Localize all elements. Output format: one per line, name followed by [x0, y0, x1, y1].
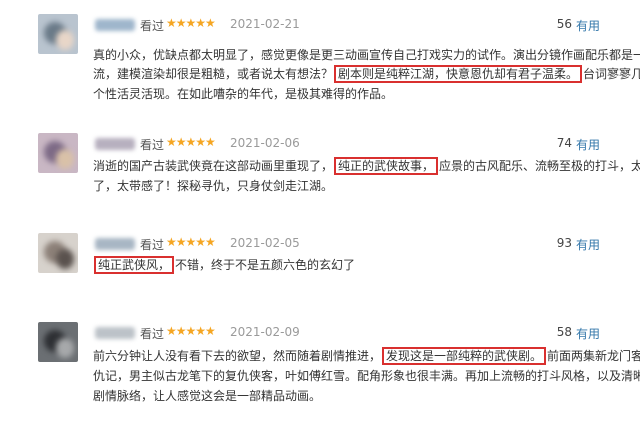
- avatar[interactable]: [38, 322, 78, 362]
- text-segment: 个性活灵活现。在如此嘈杂的年代，是极其难得的作品。: [93, 87, 394, 101]
- review-date: 2021-02-21: [230, 17, 300, 31]
- review-date: 2021-02-09: [230, 325, 300, 339]
- review-text-line: 仇记，男主似古龙笔下的复仇侠客，叶如傅红雪。配角形象也很丰满。再加上流畅的打斗风…: [93, 368, 640, 384]
- useful-button[interactable]: 有用: [576, 236, 600, 253]
- highlighted-phrase: 发现这是一部纯粹的武侠剧。: [382, 347, 547, 365]
- rating-stars: ★★★★★: [166, 135, 216, 149]
- text-segment: 前六分钟让人没有看下去的欲望，然而随着剧情推进，: [93, 349, 382, 363]
- useful-button[interactable]: 有用: [576, 136, 600, 153]
- highlighted-phrase: 纯正武侠风，: [94, 256, 175, 274]
- highlighted-phrase: 剧本则是纯粹江湖，快意恩仇却有君子温柔。: [334, 65, 583, 83]
- text-segment: 消逝的国产古装武侠竟在这部动画里重现了，: [93, 159, 334, 173]
- user-name-blurred[interactable]: [95, 138, 135, 150]
- avatar[interactable]: [38, 133, 78, 173]
- watched-label: 看过: [140, 238, 165, 252]
- text-segment: 了，太带感了！探秘寻仇，只身仗剑走江湖。: [93, 179, 334, 193]
- rating-stars: ★★★★★: [166, 16, 216, 30]
- review-item: 看过 ★★★★★ 2021-02-05 93 有用纯正武侠风， 不错，终于不是五颜六色的玄…: [0, 233, 640, 333]
- highlighted-phrase: 纯正的武侠故事，: [334, 157, 439, 175]
- review-text-line: 了，太带感了！探秘寻仇，只身仗剑走江湖。: [93, 178, 333, 194]
- useful-button[interactable]: 有用: [576, 325, 600, 342]
- user-name-blurred[interactable]: [95, 19, 135, 31]
- rating-stars: ★★★★★: [166, 324, 216, 338]
- text-segment: 台词寥寥几句，: [583, 67, 640, 81]
- review-text-line: 个性活灵活现。在如此嘈杂的年代，是极其难得的作品。: [93, 86, 393, 102]
- review-text-line: 纯正武侠风， 不错，终于不是五颜六色的玄幻了: [93, 256, 356, 274]
- useful-count: 56: [556, 17, 572, 31]
- text-segment: 不错，终于不是五颜六色的玄幻了: [175, 258, 356, 272]
- review-text-line: 消逝的国产古装武侠竟在这部动画里重现了， 纯正的武侠故事， 应景的古风配乐、流畅至极…: [93, 157, 640, 175]
- user-name-blurred[interactable]: [95, 327, 135, 339]
- review-item: 看过 ★★★★★ 2021-02-09 58 有用前六分钟让人没有看下去的欲望，然而随着…: [0, 322, 640, 422]
- avatar[interactable]: [38, 14, 78, 54]
- useful-count: 58: [556, 325, 572, 339]
- review-text-line: 剧情脉络，让人感觉这会是一部精品动画。: [93, 388, 321, 404]
- text-segment: 流，建模渲染却很是粗糙，或者说太有想法？: [93, 67, 334, 81]
- user-name-blurred[interactable]: [95, 238, 135, 250]
- review-item: 看过 ★★★★★ 2021-02-21 56 有用真的小众，优缺点都太明显了，感觉更像是…: [0, 14, 640, 114]
- useful-count: 74: [556, 136, 572, 150]
- text-segment: 真的小众，优缺点都太明显了，感觉更像是更三动画宣传自己打戏实力的试作。演出分镜作…: [93, 48, 640, 62]
- review-text-line: 真的小众，优缺点都太明显了，感觉更像是更三动画宣传自己打戏实力的试作。演出分镜作…: [93, 47, 640, 63]
- text-segment: 前面两集新龙门客栈复: [547, 349, 640, 363]
- review-date: 2021-02-06: [230, 136, 300, 150]
- review-date: 2021-02-05: [230, 236, 300, 250]
- review-text-line: 流，建模渲染却很是粗糙，或者说太有想法？ 剧本则是纯粹江湖，快意恩仇却有君子温柔。…: [93, 65, 640, 83]
- review-text-line: 前六分钟让人没有看下去的欲望，然而随着剧情推进， 发现这是一部纯粹的武侠剧。 前面两…: [93, 347, 640, 365]
- rating-stars: ★★★★★: [166, 235, 216, 249]
- useful-count: 93: [556, 236, 572, 250]
- review-item: 看过 ★★★★★ 2021-02-06 74 有用消逝的国产古装武侠竟在这部动画里重现了…: [0, 133, 640, 233]
- avatar[interactable]: [38, 233, 78, 273]
- watched-label: 看过: [140, 19, 165, 33]
- text-segment: 剧情脉络，让人感觉这会是一部精品动画。: [93, 389, 322, 403]
- watched-label: 看过: [140, 327, 165, 341]
- watched-label: 看过: [140, 138, 165, 152]
- useful-button[interactable]: 有用: [576, 17, 600, 34]
- text-segment: 仇记，男主似古龙笔下的复仇侠客，叶如傅红雪。配角形象也很丰满。再加上流畅的打斗风…: [93, 369, 640, 383]
- text-segment: 应景的古风配乐、流畅至极的打斗，太绝: [439, 159, 640, 173]
